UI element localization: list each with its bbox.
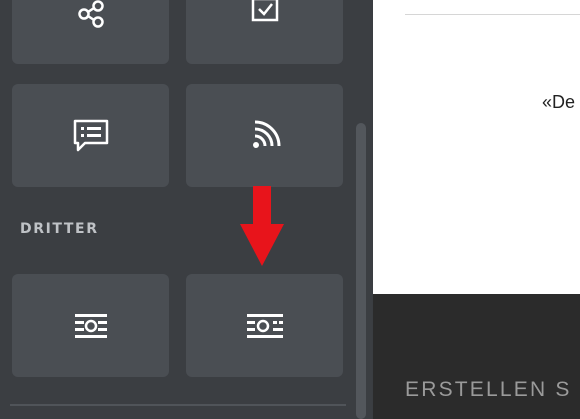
share-icon [76,0,106,28]
preview-quote-text: «De [542,92,576,112]
footer-heading: ERSTELLEN S [405,378,572,401]
embed-alt-widget-tile[interactable] [186,274,343,377]
share-widget-tile[interactable] [12,0,169,64]
checkbox-widget-tile[interactable] [186,0,343,64]
embed-widget-tile[interactable] [12,274,169,377]
section-label-third-party: DRITTER [20,221,99,237]
embed-content-alt-icon [245,312,285,340]
rss-feed-icon [247,118,283,154]
preview-divider [405,14,580,15]
checkbox-icon [250,0,280,24]
page-preview: «De [373,0,580,294]
rss-widget-tile[interactable] [186,84,343,187]
comments-widget-tile[interactable] [12,84,169,187]
widget-sidebar: DRITTER [0,0,372,419]
divider [10,404,346,406]
red-down-arrow-icon [237,186,287,272]
sidebar-scrollbar[interactable] [356,123,366,419]
embed-content-icon [73,312,109,340]
preview-footer: ERSTELLEN S [373,294,580,419]
comment-list-icon [71,118,111,154]
